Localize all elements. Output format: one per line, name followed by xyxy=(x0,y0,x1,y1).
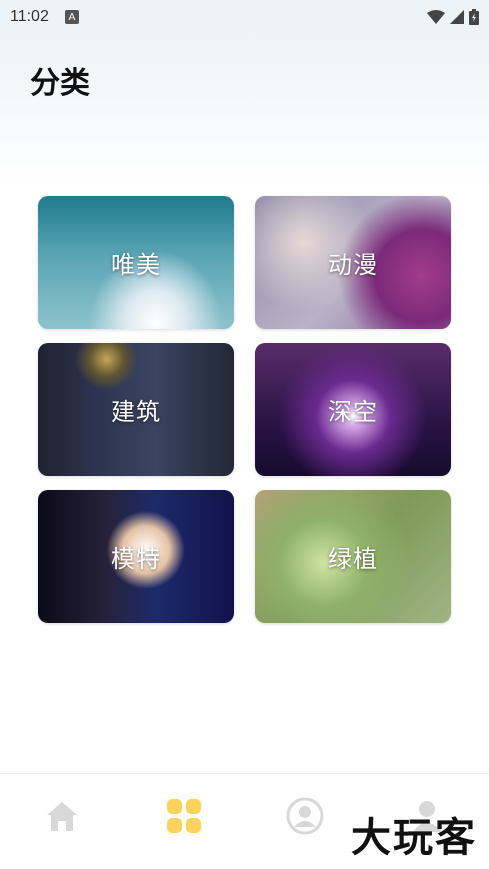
category-label: 模特 xyxy=(111,545,161,573)
avatar-icon xyxy=(286,797,324,835)
home-icon xyxy=(47,802,77,831)
category-card-weimei[interactable]: 唯美 xyxy=(38,196,234,329)
nav-profile-button[interactable] xyxy=(285,796,325,836)
category-grid: 唯美 动漫 建筑 深空 模特 绿植 xyxy=(38,196,451,623)
category-card-shenkong[interactable]: 深空 xyxy=(255,343,451,476)
watermark-logo: 大玩客 xyxy=(351,814,477,861)
signal-icon xyxy=(450,10,464,24)
nav-category-button[interactable] xyxy=(164,796,204,836)
category-label: 建筑 xyxy=(111,398,161,426)
category-label: 动漫 xyxy=(328,251,378,279)
category-card-jianzhu[interactable]: 建筑 xyxy=(38,343,234,476)
battery-icon xyxy=(469,9,479,25)
notification-icon: A xyxy=(64,10,79,24)
category-label: 深空 xyxy=(328,398,378,426)
status-bar: 11:02 A xyxy=(0,0,489,34)
page-title: 分类 xyxy=(30,66,90,101)
status-icons xyxy=(427,9,479,25)
category-label: 唯美 xyxy=(111,251,161,279)
nav-home-button[interactable] xyxy=(42,796,82,836)
grid-icon xyxy=(167,799,201,833)
category-card-mote[interactable]: 模特 xyxy=(38,490,234,623)
wifi-icon xyxy=(427,10,445,24)
category-card-lvzhi[interactable]: 绿植 xyxy=(255,490,451,623)
category-card-dongman[interactable]: 动漫 xyxy=(255,196,451,329)
status-time: 11:02 xyxy=(10,8,49,25)
category-label: 绿植 xyxy=(328,545,378,573)
header xyxy=(0,34,489,184)
